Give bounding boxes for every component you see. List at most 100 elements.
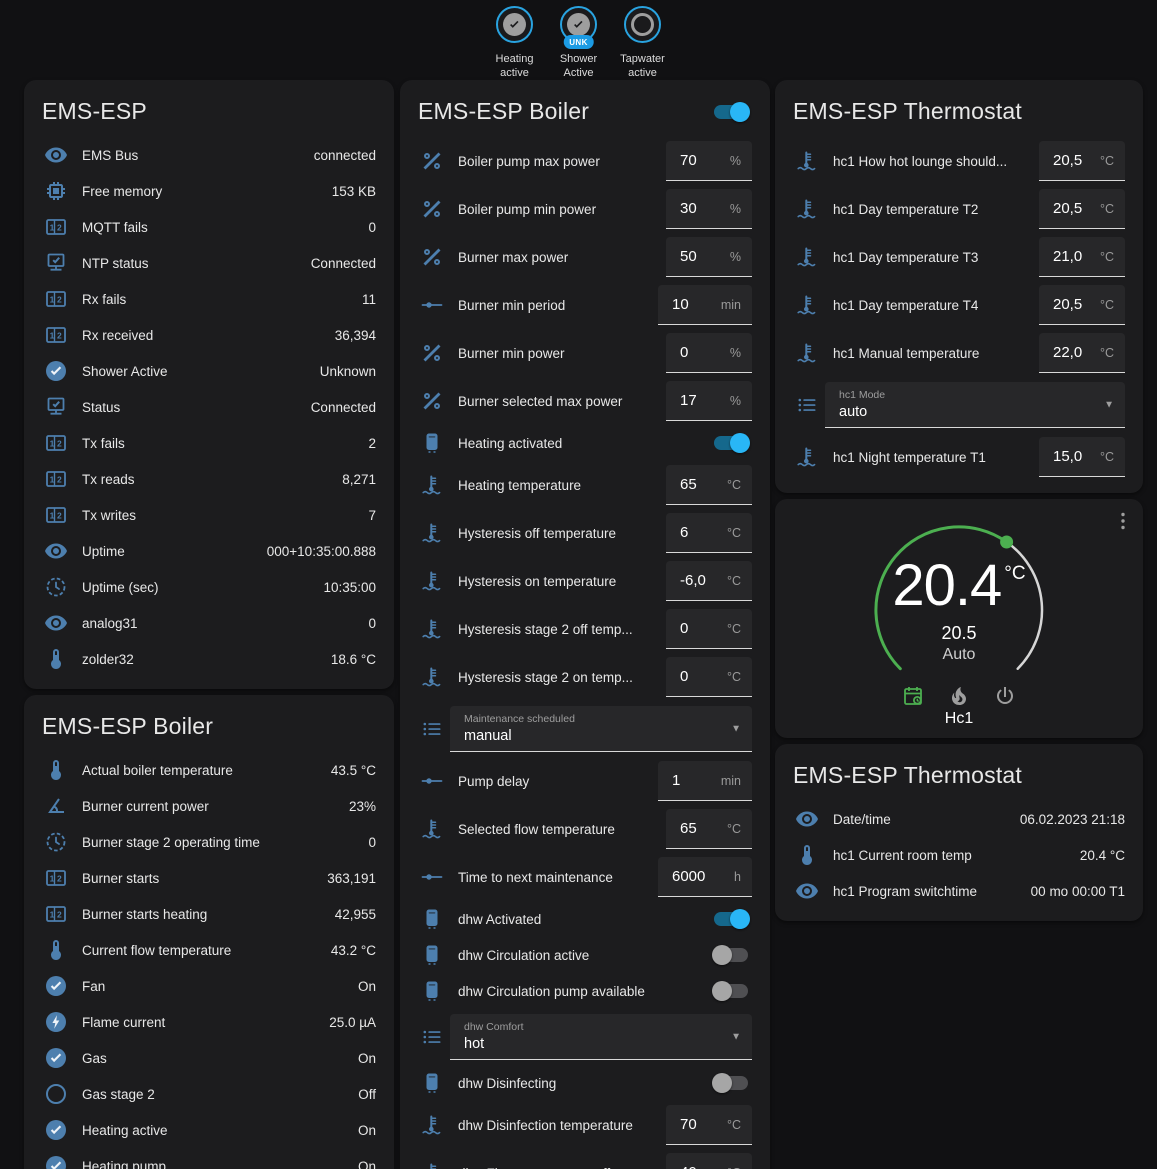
toggle-switch[interactable] <box>712 433 750 453</box>
number-input[interactable]: 65°C <box>666 465 752 505</box>
number-input[interactable]: 0°C <box>666 609 752 649</box>
entity-row[interactable]: Date/time06.02.2023 21:18 <box>791 801 1127 837</box>
card-ems-esp: EMS-ESP EMS BusconnectedFree memory153 K… <box>24 80 394 689</box>
entity-row[interactable]: Free memory153 KB <box>40 173 378 209</box>
entity-row[interactable]: 12Tx fails2 <box>40 425 378 461</box>
number-input[interactable]: 30% <box>666 189 752 229</box>
number-input[interactable]: 21,0°C <box>1039 237 1125 277</box>
calendar-clock-icon[interactable] <box>901 684 925 708</box>
entity-value: 43.5 °C <box>323 763 376 778</box>
entity-row[interactable]: Heating pumpOn <box>40 1148 378 1169</box>
number-input[interactable]: 20,5°C <box>1039 141 1125 181</box>
entity-label: Fan <box>82 979 105 994</box>
entity-row[interactable]: hc1 Current room temp20.4 °C <box>791 837 1127 873</box>
number-input[interactable]: 50% <box>666 237 752 277</box>
fire-icon[interactable] <box>947 684 971 708</box>
entity-row[interactable]: Current flow temperature43.2 °C <box>40 932 378 968</box>
counter-icon: 12 <box>44 431 68 455</box>
entity-row[interactable]: 12Tx reads8,271 <box>40 461 378 497</box>
number-input[interactable]: 65°C <box>666 809 752 849</box>
entity-row[interactable]: Uptime000+10:35:00.888 <box>40 533 378 569</box>
entity-row[interactable]: 12Burner starts heating42,955 <box>40 896 378 932</box>
number-value: 65 <box>680 476 697 493</box>
link-badge: UNK <box>563 35 594 49</box>
number-value: 21,0 <box>1053 248 1082 265</box>
hvac-mode-label: Auto <box>775 646 1143 664</box>
number-input[interactable]: 0°C <box>666 657 752 697</box>
number-input[interactable]: 6000h <box>658 857 752 897</box>
number-input[interactable]: 22,0°C <box>1039 333 1125 373</box>
entity-row[interactable]: Burner stage 2 operating time0 <box>40 824 378 860</box>
entity-row[interactable]: 12MQTT fails0 <box>40 209 378 245</box>
number-input[interactable]: 70% <box>666 141 752 181</box>
number-input[interactable]: 70°C <box>666 1105 752 1145</box>
number-input[interactable]: 40°C <box>666 1153 752 1169</box>
entity-value: On <box>350 1051 376 1066</box>
entity-row[interactable]: 12Rx fails11 <box>40 281 378 317</box>
entity-row[interactable]: EMS Busconnected <box>40 137 378 173</box>
percent-icon <box>420 341 444 365</box>
thermo-water-icon <box>420 569 444 593</box>
entity-row[interactable]: FanOn <box>40 968 378 1004</box>
number-input[interactable]: 0% <box>666 333 752 373</box>
number-input[interactable]: -6,0°C <box>666 561 752 601</box>
entity-row[interactable]: zolder3218.6 °C <box>40 641 378 677</box>
entity-row[interactable]: StatusConnected <box>40 389 378 425</box>
check-circle-icon <box>44 1046 68 1070</box>
percent-icon <box>420 389 444 413</box>
toggle-switch[interactable] <box>712 1073 750 1093</box>
badge-shower-active[interactable]: UNKShower Active <box>551 6 607 81</box>
entity-label: Burner stage 2 operating time <box>82 835 260 850</box>
number-input[interactable]: 20,5°C <box>1039 189 1125 229</box>
entity-row[interactable]: GasOn <box>40 1040 378 1076</box>
entity-row[interactable]: Burner current power23% <box>40 788 378 824</box>
entity-row[interactable]: Actual boiler temperature43.5 °C <box>40 752 378 788</box>
entity-row: hc1 Manual temperature22,0°C <box>791 329 1127 377</box>
badge-tapwater-active[interactable]: Tapwater active <box>615 6 671 81</box>
number-input[interactable]: 20,5°C <box>1039 285 1125 325</box>
select-input[interactable]: hc1 Modeauto▼ <box>825 382 1125 428</box>
entity-row[interactable]: Gas stage 2Off <box>40 1076 378 1112</box>
entity-row[interactable]: Heating activeOn <box>40 1112 378 1148</box>
entity-value: 06.02.2023 21:18 <box>1012 812 1125 827</box>
entity-row[interactable]: analog310 <box>40 605 378 641</box>
number-unit: °C <box>727 1166 741 1169</box>
toggle-switch[interactable] <box>712 981 750 1001</box>
toggle-switch[interactable] <box>712 909 750 929</box>
power-icon[interactable] <box>993 684 1017 708</box>
svg-text:1: 1 <box>50 475 55 485</box>
select-input[interactable]: Maintenance scheduledmanual▼ <box>450 706 752 752</box>
number-input[interactable]: 6°C <box>666 513 752 553</box>
entity-row[interactable]: hc1 Program switchtime00 mo 00:00 T1 <box>791 873 1127 909</box>
number-unit: °C <box>1100 346 1114 360</box>
number-input[interactable]: 10min <box>658 285 752 325</box>
counter-icon: 12 <box>44 902 68 926</box>
number-input[interactable]: 15,0°C <box>1039 437 1125 477</box>
thermo-water-icon <box>795 341 819 365</box>
counter-icon: 12 <box>44 215 68 239</box>
toggle-switch[interactable] <box>712 945 750 965</box>
list-icon <box>420 1025 444 1049</box>
entity-row[interactable]: 12Rx received36,394 <box>40 317 378 353</box>
entity-row[interactable]: 12Tx writes7 <box>40 497 378 533</box>
entity-label: Burner selected max power <box>458 394 666 409</box>
boiler-card-toggle[interactable] <box>712 102 750 122</box>
number-input[interactable]: 17% <box>666 381 752 421</box>
badge-heating-active[interactable]: Heating active <box>487 6 543 81</box>
entity-row: dhw Circulation pump available <box>416 973 754 1009</box>
number-value: 6000 <box>672 868 705 885</box>
number-unit: min <box>721 298 741 312</box>
eye-icon <box>795 879 819 903</box>
entity-row[interactable]: 12Burner starts363,191 <box>40 860 378 896</box>
entity-row[interactable]: Shower ActiveUnknown <box>40 353 378 389</box>
entity-label: hc1 Day temperature T2 <box>833 202 1039 217</box>
entity-row[interactable]: NTP statusConnected <box>40 245 378 281</box>
entity-row[interactable]: Uptime (sec)10:35:00 <box>40 569 378 605</box>
entity-label: Hysteresis on temperature <box>458 574 666 589</box>
select-label: hc1 Mode <box>839 389 1097 401</box>
number-input[interactable]: 1min <box>658 761 752 801</box>
select-input[interactable]: dhw Comforthot▼ <box>450 1014 752 1060</box>
entity-value: 2 <box>360 436 376 451</box>
entity-row[interactable]: Flame current25.0 µA <box>40 1004 378 1040</box>
boiler-icon <box>420 979 444 1003</box>
